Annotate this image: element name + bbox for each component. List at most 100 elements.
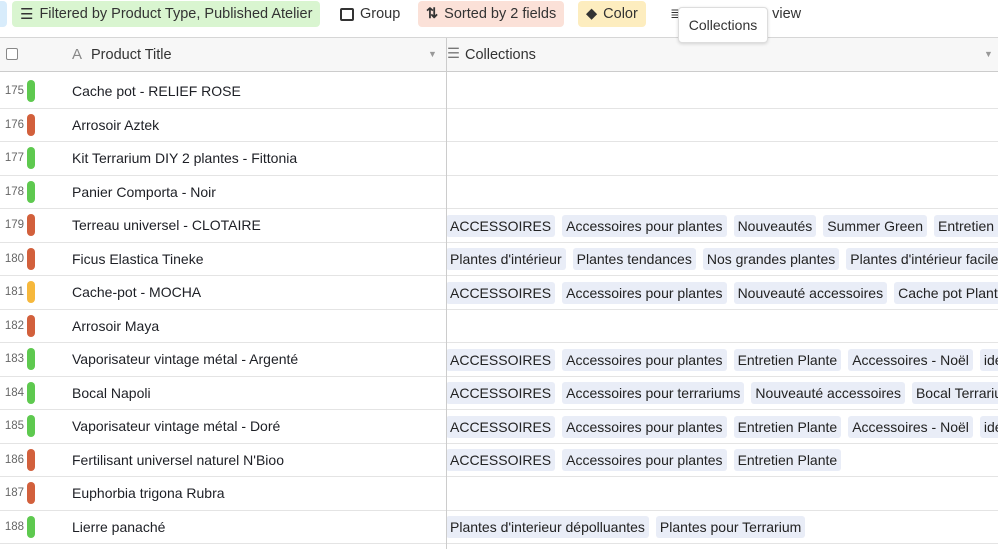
row-number: 184 <box>4 386 24 399</box>
product-title-cell[interactable]: Bocal Napoli <box>72 377 151 410</box>
product-title-cell[interactable]: Vaporisateur vintage métal - Doré <box>72 410 280 443</box>
group-label: Group <box>360 6 401 22</box>
product-title-cell[interactable]: Arrosoir Maya <box>72 310 159 343</box>
product-title-cell[interactable]: Euphorbia trigona Rubra <box>72 477 225 510</box>
table-row[interactable]: 180 Ficus Elastica Tineke Plantes d'inté… <box>0 243 998 276</box>
collections-cell[interactable]: ACCESSOIRES Accessoires pour plantes Entre… <box>446 343 998 376</box>
row-number: 176 <box>4 118 24 131</box>
multi-select-icon: ☰ <box>447 46 460 62</box>
row-color-indicator <box>27 381 35 404</box>
row-number: 183 <box>4 353 24 365</box>
sort-label: Sorted by 2 fields <box>444 6 557 22</box>
collection-tag: Accessoires - Noël <box>848 348 973 371</box>
collection-tag: Accessoires pour plantes <box>562 281 727 304</box>
row-color-indicator <box>27 281 35 303</box>
table-row[interactable]: 177 Kit Terrarium DIY 2 plantes - Fitton… <box>0 142 998 176</box>
table-row[interactable]: 186 Fertilisant universel naturel N'Bioo… <box>0 444 998 477</box>
table-row[interactable]: 176 Arrosoir Aztek <box>0 109 998 142</box>
row-color-indicator <box>27 448 35 471</box>
column-header-product-title[interactable]: Product Title <box>91 47 172 63</box>
collection-tag: Entretien Plante <box>733 415 842 438</box>
collections-cell[interactable]: ACCESSOIRES Accessoires pour plantes Nouve… <box>446 276 998 309</box>
filter-button[interactable]: ☰ Filtered by Product Type, Published At… <box>12 1 321 27</box>
product-title-cell[interactable]: Lierre panaché <box>72 511 165 544</box>
collections-cell[interactable] <box>446 109 998 142</box>
product-title-cell[interactable]: Cache-pot - MOCHA <box>72 276 201 309</box>
row-color-indicator <box>27 515 35 538</box>
collections-cell[interactable]: ACCESSOIRES Accessoires pour plantes Entre… <box>446 410 998 443</box>
table-row[interactable]: 182 Arrosoir Maya <box>0 310 998 343</box>
collection-tag: Nouveauté accessoires <box>733 281 888 304</box>
row-color-indicator <box>27 482 35 504</box>
row-number: 180 <box>4 252 24 265</box>
collection-tag: Nouveautés <box>733 214 817 237</box>
collections-cell[interactable] <box>446 142 998 175</box>
chevron-down-icon[interactable]: ▼ <box>984 49 993 59</box>
row-color-indicator <box>27 180 35 203</box>
collections-cell[interactable] <box>446 477 998 510</box>
collections-cell[interactable] <box>446 75 998 108</box>
table-row[interactable]: 178 Panier Comporta - Noir <box>0 176 998 209</box>
collection-tag: ACCESSOIRES <box>446 382 556 404</box>
collections-cell[interactable]: Plantes d'intérieur Plantes tendances Nos … <box>446 243 998 276</box>
collections-cell[interactable]: ACCESSOIRES Accessoires pour plantes Nouve… <box>446 209 998 242</box>
row-number: 175 <box>4 85 24 97</box>
sort-button[interactable]: ⇅ Sorted by 2 fields <box>418 1 565 27</box>
sort-icon: ⇅ <box>426 6 439 22</box>
table-row[interactable]: 175 Cache pot - RELIEF ROSE <box>0 75 998 109</box>
column-header-collections[interactable]: Collections <box>465 47 536 63</box>
table-row[interactable]: 185 Vaporisateur vintage métal - Doré AC… <box>0 410 998 444</box>
row-color-indicator <box>27 415 35 437</box>
partial-button[interactable] <box>0 1 7 27</box>
row-color-indicator <box>27 147 35 169</box>
collection-tag: ACCESSOIRES <box>446 214 556 237</box>
collection-tag: Plantes tendances <box>572 248 696 270</box>
collection-tag: ACCESSOIRES <box>446 415 556 438</box>
collection-tag: Summer Green <box>823 214 927 237</box>
row-number: 178 <box>4 185 24 198</box>
tooltip: Collections <box>678 7 768 43</box>
product-title-cell[interactable]: Arrosoir Aztek <box>72 109 159 142</box>
table-row[interactable]: 179 Terreau universel - CLOTAIRE ACCESSO… <box>0 209 998 243</box>
product-title-cell[interactable]: Panier Comporta - Noir <box>72 176 216 209</box>
select-all-checkbox[interactable] <box>6 48 18 60</box>
product-title-cell[interactable]: Vaporisateur vintage métal - Argenté <box>72 343 298 376</box>
collection-tag: Plantes d'interieur dépolluantes <box>446 516 649 538</box>
collections-cell[interactable]: ACCESSOIRES Accessoires pour terrariums No… <box>446 377 998 410</box>
collections-cell[interactable]: ACCESSOIRES Accessoires pour plantes Entre… <box>446 444 998 477</box>
paint-bucket-icon: ◆ <box>586 6 598 22</box>
product-title-cell[interactable]: Kit Terrarium DIY 2 plantes - Fittonia <box>72 142 297 175</box>
product-title-cell[interactable]: Ficus Elastica Tineke <box>72 243 204 276</box>
collection-tag: Cache pot Plante <box>894 281 998 304</box>
table-row[interactable]: 187 Euphorbia trigona Rubra <box>0 477 998 511</box>
table-row[interactable]: 181 Cache-pot - MOCHA ACCESSOIRES Accesso… <box>0 276 998 310</box>
row-color-indicator <box>27 348 35 370</box>
table-row[interactable]: 184 Bocal Napoli ACCESSOIRES Accessoires … <box>0 377 998 410</box>
row-number: 177 <box>4 152 24 164</box>
filter-icon: ☰ <box>20 6 34 23</box>
collections-cell[interactable] <box>446 310 998 343</box>
table-row[interactable]: 183 Vaporisateur vintage métal - Argenté… <box>0 343 998 377</box>
group-icon <box>340 7 354 21</box>
chevron-down-icon[interactable]: ▼ <box>428 49 437 59</box>
collection-tag: idées <box>979 415 998 438</box>
text-field-icon: A <box>72 46 83 63</box>
product-title-cell[interactable]: Terreau universel - CLOTAIRE <box>72 209 261 242</box>
color-label: Color <box>603 6 638 22</box>
table-row[interactable]: 188 Lierre panaché Plantes d'interieur d… <box>0 511 998 544</box>
group-button[interactable]: Group <box>332 1 408 27</box>
filter-label: Filtered by Product Type, Published Atel… <box>39 6 313 22</box>
collection-tag: Accessoires - Noël <box>848 415 973 438</box>
collection-tag: ACCESSOIRES <box>446 348 556 371</box>
product-title-cell[interactable]: Fertilisant universel naturel N'Bioo <box>72 444 284 477</box>
row-color-indicator <box>27 214 35 236</box>
product-title-cell[interactable]: Cache pot - RELIEF ROSE <box>72 75 241 108</box>
collection-tag: Accessoires pour terrariums <box>562 382 745 404</box>
row-color-indicator <box>27 113 35 136</box>
color-button[interactable]: ◆ Color <box>578 1 646 27</box>
collections-cell[interactable]: Plantes d'interieur dépolluantes Plantes … <box>446 511 998 544</box>
collection-tag: Entretien Plante <box>733 449 842 471</box>
collections-cell[interactable] <box>446 176 998 209</box>
collection-tag: Entretien Plante <box>933 214 998 237</box>
row-number: 179 <box>4 219 24 231</box>
